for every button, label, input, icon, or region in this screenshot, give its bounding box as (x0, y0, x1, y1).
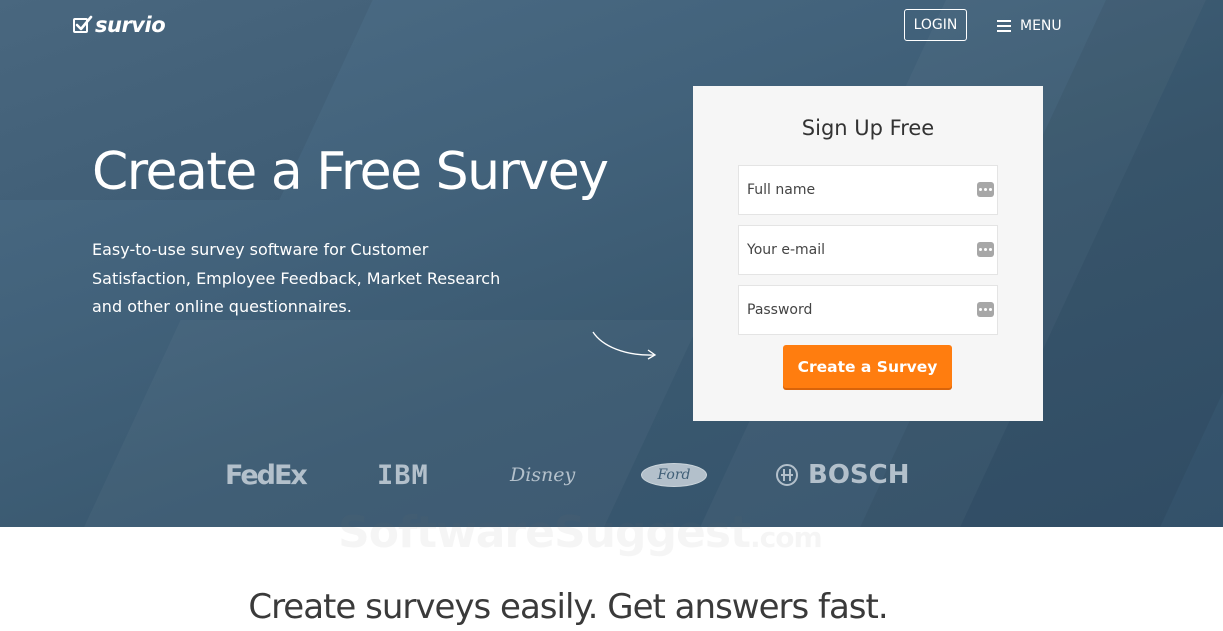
password-field[interactable] (738, 285, 998, 335)
watermark-main: SoftwareSuggest (338, 507, 751, 558)
full-name-input[interactable] (739, 166, 967, 214)
email-input[interactable] (739, 226, 967, 274)
email-field[interactable] (738, 225, 998, 275)
fedex-logo: FedEx (225, 459, 308, 491)
ford-logo: Ford (641, 455, 707, 495)
signup-form: Sign Up Free Create a Survey (693, 86, 1043, 421)
password-manager-icon[interactable] (977, 182, 994, 197)
hero-section: survio LOGIN MENU Create a Free Survey E… (0, 0, 1223, 527)
section-tagline: Create surveys easily. Get answers fast. (248, 587, 888, 627)
watermark: SoftwareSuggest.com (338, 507, 823, 558)
logo-text: survio (95, 13, 166, 37)
menu-button[interactable]: MENU (997, 14, 1062, 38)
password-input[interactable] (739, 286, 967, 334)
check-box-icon (73, 15, 93, 33)
full-name-field[interactable] (738, 165, 998, 215)
survio-logo[interactable]: survio (73, 11, 166, 39)
hero-title: Create a Free Survey (92, 142, 609, 202)
signup-title: Sign Up Free (801, 116, 935, 140)
watermark-suffix: .com (750, 521, 823, 554)
bosch-armature-icon (776, 464, 798, 486)
login-button[interactable]: LOGIN (904, 9, 967, 41)
bosch-wordmark: BOSCH (808, 460, 910, 490)
menu-label: MENU (1020, 18, 1062, 34)
password-manager-icon[interactable] (977, 302, 994, 317)
ibm-logo: IBM (377, 455, 429, 495)
hero-subtitle: Easy-to-use survey software for Customer… (92, 240, 501, 316)
hamburger-icon (997, 17, 1011, 35)
bosch-logo: BOSCH (776, 455, 910, 495)
curved-arrow-icon (592, 331, 657, 360)
ford-oval: Ford (641, 463, 707, 487)
create-survey-button[interactable]: Create a Survey (783, 345, 952, 388)
password-manager-icon[interactable] (977, 242, 994, 257)
disney-logo: Disney (510, 464, 576, 486)
